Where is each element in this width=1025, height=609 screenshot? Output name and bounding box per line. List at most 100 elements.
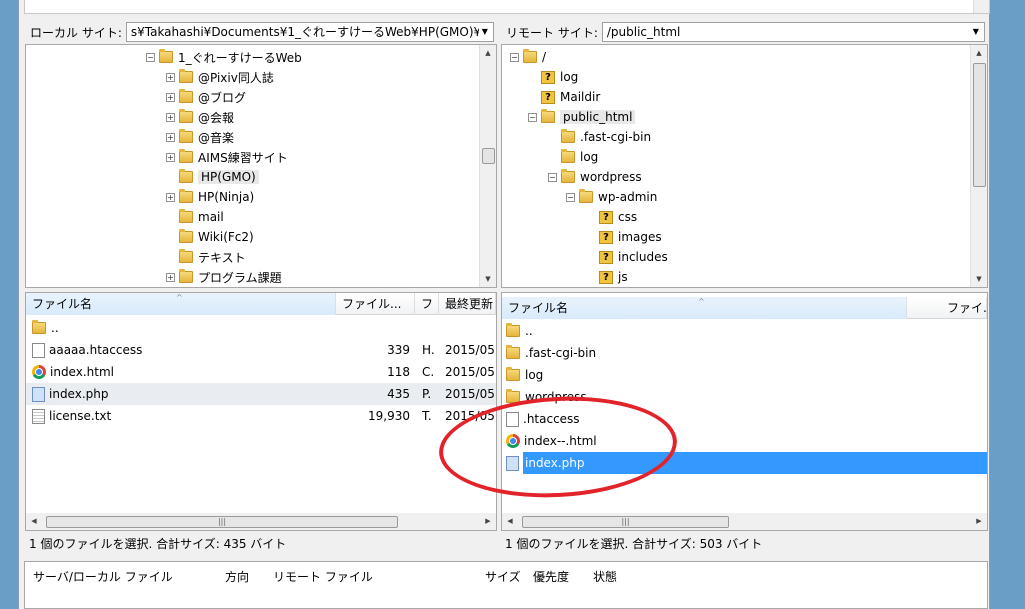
queue-col-status[interactable]: 状態 <box>593 568 617 585</box>
scroll-thumb[interactable]: ||| <box>46 516 398 528</box>
tree-item[interactable]: − wp-admin <box>566 187 657 207</box>
folder-icon <box>523 49 537 63</box>
collapse-icon[interactable]: − <box>510 52 519 62</box>
local-list-hscrollbar[interactable]: ◀ ||| ▶ <box>26 513 496 530</box>
file-row[interactable]: .. <box>506 320 987 342</box>
scroll-down-icon[interactable]: ▼ <box>480 271 496 287</box>
tree-item[interactable]: + @Pixiv同人誌 <box>166 67 274 87</box>
tree-item[interactable]: + @音楽 <box>166 127 234 147</box>
tree-item[interactable]: + @会報 <box>166 107 234 127</box>
expand-icon[interactable]: + <box>166 192 175 202</box>
queue-col-remote-file[interactable]: リモート ファイル <box>273 568 373 585</box>
file-type: T. <box>422 409 432 423</box>
tree-item[interactable]: −?images <box>586 227 662 247</box>
collapse-icon[interactable]: − <box>146 52 155 62</box>
remote-site-path-combo[interactable]: /public_html ▼ <box>601 22 985 42</box>
tree-item[interactable]: −?css <box>586 207 637 227</box>
file-row[interactable]: wordpress <box>506 386 987 408</box>
file-row[interactable]: index--.html <box>506 430 987 452</box>
local-site-path-combo[interactable]: s¥Takahashi¥Documents¥1_ぐれーすけーるWeb¥HP(GM… <box>125 22 494 42</box>
scroll-left-icon[interactable]: ◀ <box>502 513 518 530</box>
tree-item[interactable]: + HP(Ninja) <box>166 187 254 207</box>
file-row[interactable]: index.php <box>506 452 987 474</box>
scroll-thumb[interactable]: ||| <box>522 516 729 528</box>
expand-icon[interactable]: + <box>166 272 175 282</box>
file-name: index.php <box>49 387 109 401</box>
expand-icon[interactable]: + <box>166 132 175 142</box>
tree-item[interactable]: + プログラム課題 <box>166 267 282 287</box>
tree-item[interactable]: +テキスト <box>166 247 246 267</box>
local-column-header: ^ ファイル名 ファイル... フ 最終更新 <box>26 293 496 315</box>
scroll-right-icon[interactable]: ▶ <box>480 513 496 530</box>
queue-col-priority[interactable]: 優先度 <box>533 568 569 585</box>
file-row[interactable]: .. <box>26 317 496 339</box>
local-tree-scrollbar[interactable]: ▲ ▼ <box>479 45 496 287</box>
remote-directory-tree: −/−?log−?Maildir−public_html−.fast-cgi-b… <box>501 44 988 288</box>
file-size: 19,930 <box>368 409 410 423</box>
tree-item[interactable]: −.fast-cgi-bin <box>548 127 651 147</box>
tree-item[interactable]: −?includes <box>586 247 668 267</box>
file-name: index--.html <box>524 434 597 448</box>
tree-item[interactable]: − 1_ぐれーすけーるWeb <box>146 47 302 67</box>
expand-icon[interactable]: + <box>166 152 175 162</box>
file-row[interactable]: index.html 118 C. 2015/05/ <box>26 361 496 383</box>
chevron-down-icon[interactable]: ▼ <box>969 23 982 41</box>
tree-item[interactable]: +mail <box>166 207 224 227</box>
tree-item[interactable]: − / <box>510 47 546 67</box>
file-name-cell: license.txt <box>32 405 111 427</box>
chevron-down-icon[interactable]: ▼ <box>478 23 491 41</box>
scroll-left-icon[interactable]: ◀ <box>26 513 42 530</box>
file-row[interactable]: license.txt 19,930 T. 2015/05/ <box>26 405 496 427</box>
local-col-modified[interactable]: 最終更新 <box>439 293 496 315</box>
local-col-filename[interactable]: ^ ファイル名 <box>26 293 336 315</box>
queue-col-local-file[interactable]: サーバ/ローカル ファイル <box>33 568 173 585</box>
queue-col-direction[interactable]: 方向 <box>225 568 249 585</box>
unknown-folder-icon: ? <box>599 210 613 224</box>
scroll-right-icon[interactable]: ▶ <box>971 513 987 530</box>
remote-list-hscrollbar[interactable]: ◀ ||| ▶ <box>502 513 987 530</box>
tree-item[interactable]: +HP(GMO) <box>166 167 259 187</box>
file-row[interactable]: aaaaa.htaccess 339 H. 2015/05/ <box>26 339 496 361</box>
file-type: C. <box>422 365 435 379</box>
expand-icon[interactable]: + <box>166 112 175 122</box>
local-col-filetype[interactable]: フ <box>415 293 439 315</box>
file-name: log <box>525 368 544 382</box>
scroll-thumb[interactable] <box>482 148 495 164</box>
local-status: 1 個のファイルを選択. 合計サイズ: 435 バイト <box>29 537 287 551</box>
tree-item[interactable]: −?js <box>586 267 628 287</box>
tree-item[interactable]: −log <box>548 147 598 167</box>
tree-item[interactable]: − public_html <box>528 107 636 127</box>
scroll-up-icon[interactable]: ▲ <box>480 45 496 61</box>
transfer-queue: サーバ/ローカル ファイル 方向 リモート ファイル サイズ 優先度 状態 <box>24 561 988 609</box>
remote-col-filename[interactable]: ^ ファイル名 <box>502 297 907 319</box>
folder-icon <box>561 149 575 163</box>
file-row[interactable]: .htaccess <box>506 408 987 430</box>
collapse-icon[interactable]: − <box>548 172 557 182</box>
collapse-icon[interactable]: − <box>528 112 537 122</box>
file-type <box>422 317 440 339</box>
queue-col-size[interactable]: サイズ <box>485 568 521 585</box>
php-file-icon <box>506 455 519 471</box>
collapse-icon[interactable]: − <box>566 192 575 202</box>
local-col-filesize[interactable]: ファイル... <box>336 293 415 315</box>
file-row[interactable]: index.php 435 P. 2015/05/ <box>26 383 496 405</box>
message-log-scrollbar[interactable] <box>973 0 989 13</box>
file-modified: 2015/05/ <box>445 343 495 357</box>
file-row[interactable]: log <box>506 364 987 386</box>
tree-item[interactable]: −?Maildir <box>528 87 600 107</box>
scroll-up-icon[interactable]: ▲ <box>971 45 987 61</box>
tree-item[interactable]: + @ブログ <box>166 87 246 107</box>
remote-tree-scrollbar[interactable]: ▲ ▼ <box>970 45 987 287</box>
expand-icon[interactable]: + <box>166 92 175 102</box>
tree-item[interactable]: −?log <box>528 67 578 87</box>
file-icon <box>506 411 519 427</box>
file-row[interactable]: .fast-cgi-bin <box>506 342 987 364</box>
expand-icon[interactable]: + <box>166 72 175 82</box>
remote-col-filesize[interactable]: ファイ. <box>907 297 987 319</box>
tree-item[interactable]: + AIMS練習サイト <box>166 147 288 167</box>
folder-icon <box>179 249 193 263</box>
tree-item[interactable]: − wordpress <box>548 167 642 187</box>
tree-item[interactable]: +Wiki(Fc2) <box>166 227 254 247</box>
scroll-thumb[interactable] <box>973 63 986 187</box>
scroll-down-icon[interactable]: ▼ <box>971 271 987 287</box>
